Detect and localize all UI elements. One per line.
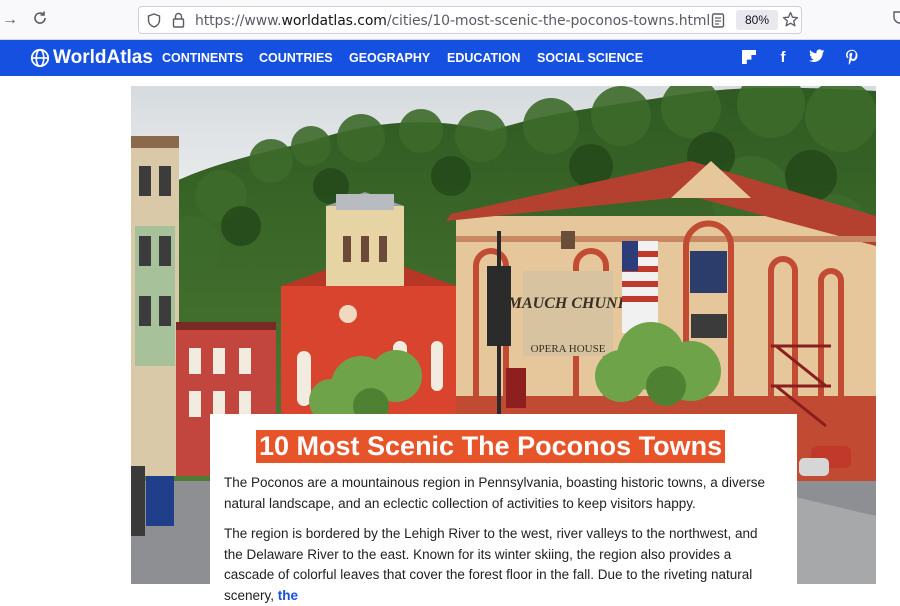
site-navbar: WorldAtlas CONTINENTS COUNTRIES GEOGRAPH… xyxy=(0,40,900,76)
article-paragraph-2: The region is bordered by the Lehigh Riv… xyxy=(224,524,780,606)
article-paragraph-1: The Poconos are a mountainous region in … xyxy=(224,475,766,511)
browser-toolbar: → https://www.worldatlas.com/cities/10-m… xyxy=(0,0,900,40)
shield-icon[interactable] xyxy=(147,13,161,33)
article-inline-link[interactable]: the xyxy=(278,588,298,603)
opera-sign-text: MAUCH CHUNK xyxy=(507,295,630,312)
facebook-icon[interactable]: f xyxy=(774,49,792,67)
nav-geography[interactable]: GEOGRAPHY xyxy=(349,51,430,65)
article-paragraph-2-text: The region is bordered by the Lehigh Riv… xyxy=(224,526,758,603)
globe-icon xyxy=(30,48,50,68)
pocket-icon[interactable] xyxy=(890,10,900,30)
pinterest-icon[interactable] xyxy=(843,49,861,67)
site-logo-text: WorldAtlas xyxy=(53,47,153,68)
lock-icon[interactable] xyxy=(172,12,185,33)
bookmark-star-icon[interactable] xyxy=(782,11,799,33)
opera-sign-subtext: OPERA HOUSE xyxy=(531,343,606,355)
flipboard-icon[interactable] xyxy=(740,49,758,67)
nav-continents[interactable]: CONTINENTS xyxy=(162,51,243,65)
reload-icon[interactable] xyxy=(30,10,50,30)
nav-countries[interactable]: COUNTRIES xyxy=(259,51,333,65)
forward-arrow-icon[interactable]: → xyxy=(0,10,20,30)
nav-social-science[interactable]: SOCIAL SCIENCE xyxy=(537,51,643,65)
address-bar[interactable]: https://www.worldatlas.com/cities/10-mos… xyxy=(138,6,802,34)
zoom-level[interactable]: 80% xyxy=(736,10,778,30)
article-title: 10 Most Scenic The Poconos Towns xyxy=(256,430,726,463)
twitter-icon[interactable] xyxy=(808,49,826,67)
url-text[interactable]: https://www.worldatlas.com/cities/10-mos… xyxy=(195,13,710,29)
reader-view-icon[interactable] xyxy=(711,13,725,33)
site-logo[interactable]: WorldAtlas xyxy=(30,46,153,70)
nav-education[interactable]: EDUCATION xyxy=(447,51,520,65)
